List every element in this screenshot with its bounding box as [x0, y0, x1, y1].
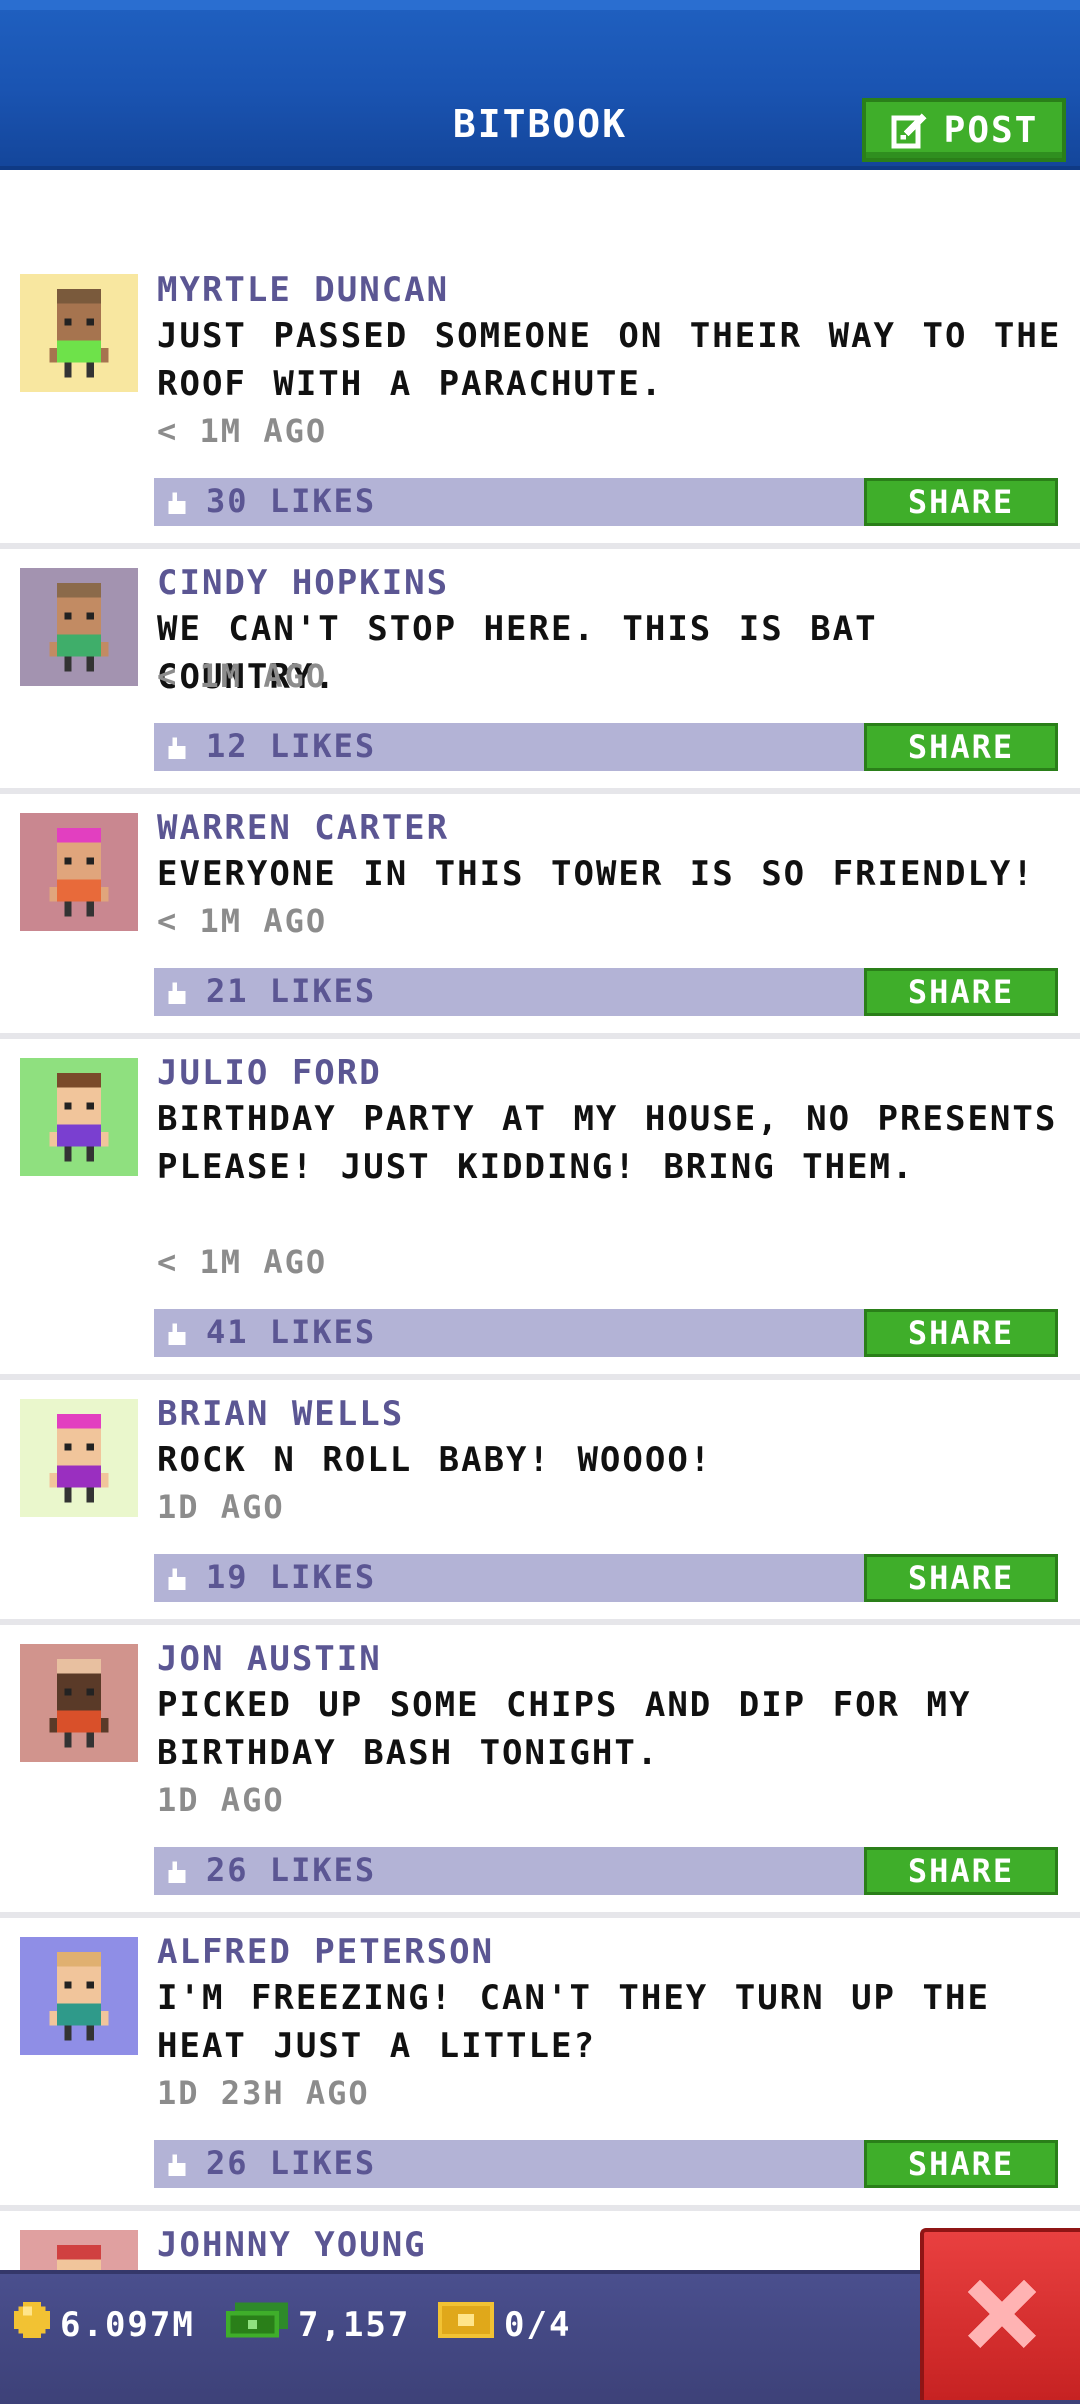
share-button[interactable]: SHARE — [864, 478, 1058, 526]
post-author[interactable]: MYRTLE DUNCAN — [157, 270, 449, 310]
divider — [0, 788, 1080, 794]
thumbs-up-icon — [164, 488, 190, 514]
likes-bar[interactable]: 19 LIKES — [154, 1554, 864, 1602]
post-time: < 1M AGO — [157, 902, 328, 940]
divider — [0, 1033, 1080, 1039]
post-message: BIRTHDAY PARTY AT MY HOUSE, NO PRESENTS … — [157, 1099, 1058, 1187]
divider — [0, 543, 1080, 549]
post-author[interactable]: ALFRED PETERSON — [157, 1932, 494, 1972]
avatar[interactable] — [20, 813, 138, 931]
avatar[interactable] — [20, 568, 138, 686]
post-message: PICKED UP SOME CHIPS AND DIP FOR MY BIRT… — [157, 1685, 972, 1773]
post-author[interactable]: CINDY HOPKINS — [157, 563, 449, 603]
tickets-value: 0/4 — [504, 2304, 572, 2345]
thumbs-up-icon — [164, 1319, 190, 1345]
likes-bar[interactable]: 30 LIKES — [154, 478, 864, 526]
post-message: JUST PASSED SOMEONE ON THEIR WAY TO THE … — [157, 316, 1062, 404]
post-time: < 1M AGO — [157, 657, 328, 695]
post-message: ROCK N ROLL BABY! WOOOO! — [157, 1440, 713, 1480]
app-header: BITBOOK POST — [0, 0, 1080, 170]
likes-count: 19 LIKES — [206, 1558, 377, 1596]
edit-icon — [890, 110, 930, 150]
divider — [0, 1619, 1080, 1625]
divider — [0, 1374, 1080, 1380]
likes-bar[interactable]: 21 LIKES — [154, 968, 864, 1016]
post-button-label: POST — [943, 109, 1039, 151]
avatar[interactable] — [20, 2230, 138, 2270]
avatar[interactable] — [20, 1058, 138, 1176]
likes-count: 12 LIKES — [206, 727, 377, 765]
thumbs-up-icon — [164, 2150, 190, 2176]
post-time: 1D AGO — [157, 1488, 285, 1526]
share-button[interactable]: SHARE — [864, 1847, 1058, 1895]
post-time: 1D AGO — [157, 1781, 285, 1819]
likes-count: 21 LIKES — [206, 972, 377, 1010]
likes-bar[interactable]: 41 LIKES — [154, 1309, 864, 1357]
likes-count: 41 LIKES — [206, 1313, 377, 1351]
likes-count: 30 LIKES — [206, 482, 377, 520]
post-time: < 1M AGO — [157, 412, 328, 450]
tickets-stat: 0/4 — [438, 2302, 571, 2347]
share-button[interactable]: SHARE — [864, 968, 1058, 1016]
post-author[interactable]: JON AUSTIN — [157, 1639, 382, 1679]
likes-bar[interactable]: 12 LIKES — [154, 723, 864, 771]
bux-stat: 7,157 — [226, 2302, 410, 2347]
post-time: 1D 23H AGO — [157, 2074, 370, 2112]
divider — [0, 2205, 1080, 2211]
post-message: I'M FREEZING! CAN'T THEY TURN UP THE HEA… — [157, 1978, 990, 2066]
likes-bar[interactable]: 26 LIKES — [154, 2140, 864, 2188]
likes-bar[interactable]: 26 LIKES — [154, 1847, 864, 1895]
share-button[interactable]: SHARE — [864, 2140, 1058, 2188]
thumbs-up-icon — [164, 1857, 190, 1883]
likes-count: 26 LIKES — [206, 1851, 377, 1889]
post-message: EVERYONE IN THIS TOWER IS SO FRIENDLY! — [157, 854, 1035, 894]
coins-stat: 6.097M — [14, 2302, 195, 2347]
avatar[interactable] — [20, 274, 138, 392]
likes-count: 26 LIKES — [206, 2144, 377, 2182]
avatar[interactable] — [20, 1644, 138, 1762]
ticket-icon — [438, 2302, 494, 2347]
currency-bar: 6.097M 7,157 0/4 — [0, 2270, 1080, 2404]
coin-icon — [14, 2302, 50, 2347]
post-author[interactable]: JOHNNY YOUNG — [157, 2225, 427, 2265]
share-button[interactable]: SHARE — [864, 723, 1058, 771]
thumbs-up-icon — [164, 1564, 190, 1590]
coins-value: 6.097M — [60, 2304, 195, 2345]
post-button[interactable]: POST — [862, 98, 1066, 162]
share-button[interactable]: SHARE — [864, 1309, 1058, 1357]
post-time: < 1M AGO — [157, 1243, 328, 1281]
thumbs-up-icon — [164, 978, 190, 1004]
divider — [0, 1912, 1080, 1918]
bux-icon — [226, 2302, 288, 2347]
close-icon — [966, 2278, 1038, 2354]
avatar[interactable] — [20, 1399, 138, 1517]
post-author[interactable]: BRIAN WELLS — [157, 1394, 404, 1434]
thumbs-up-icon — [164, 733, 190, 759]
close-button[interactable] — [920, 2228, 1080, 2400]
avatar[interactable] — [20, 1937, 138, 2055]
post-author[interactable]: JULIO FORD — [157, 1053, 382, 1093]
bux-value: 7,157 — [298, 2304, 411, 2345]
post-author[interactable]: WARREN CARTER — [157, 808, 449, 848]
share-button[interactable]: SHARE — [864, 1554, 1058, 1602]
